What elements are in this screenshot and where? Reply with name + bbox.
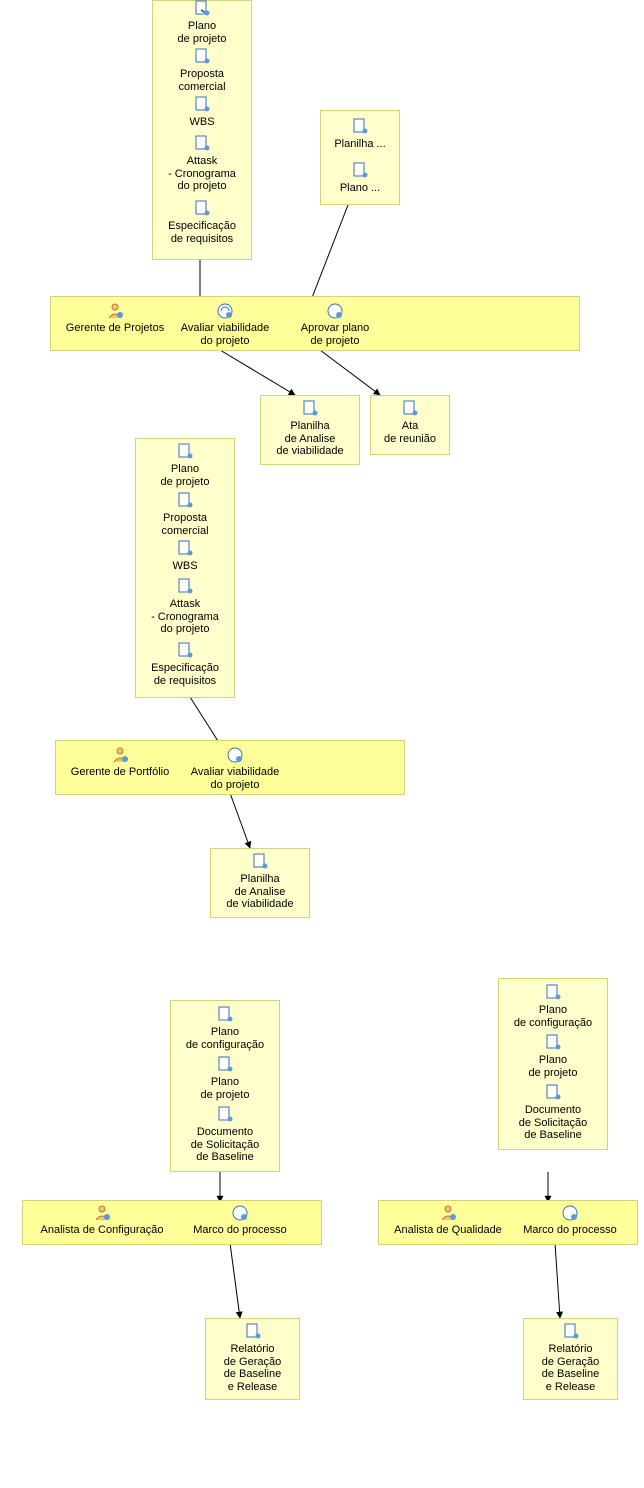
doc-icon [351,162,369,180]
task-icon [561,1204,579,1222]
artifact: Especificaçãode requisitos [152,200,252,245]
doc-icon [193,135,211,153]
artifact: Planilhade Analisede viabilidade [210,853,310,911]
task[interactable]: Marco do processo [510,1204,630,1237]
artifact-label: Attask- Cronogramado projeto [151,598,219,635]
artifact: Attask- Cronogramado projeto [152,135,252,193]
doc-icon [544,1034,562,1052]
task-label: Marco do processo [193,1224,287,1236]
doc-icon [176,540,194,558]
artifact-label: Planode projeto [529,1054,578,1079]
doc-icon [216,1056,234,1074]
doc-icon [544,984,562,1002]
doc-icon [176,642,194,660]
doc-icon [176,443,194,461]
artifact: Atade reunião [370,400,450,445]
artifact-label: Plano ... [340,182,380,194]
artifact-label: Propostacomercial [178,68,225,93]
doc-icon [176,578,194,596]
doc-icon [244,1323,262,1341]
artifact: Especificaçãode requisitos [135,642,235,687]
task[interactable]: Avaliar viabilidadedo projeto [185,746,285,791]
artifact: Planode configuração [498,984,608,1029]
doc-icon [216,1006,234,1024]
artifact: Attask- Cronogramado projeto [135,578,235,636]
task-icon [226,746,244,764]
artifact: Propostacomercial [135,492,235,537]
artifact: Propostacomercial [152,48,252,93]
artifact-label: WBS [172,560,197,572]
artifact-label: Especificaçãode requisitos [168,220,236,245]
doc-icon [193,200,211,218]
role-label: Gerente de Projetos [66,322,164,334]
artifact: Relatóriode Geraçãode Baselinee Release [205,1323,300,1394]
task-icon [216,302,234,320]
task-label: Aprovar planode projeto [301,322,370,347]
doc-icon [176,492,194,510]
artifact-label: WBS [189,116,214,128]
role: Analista de Qualidade [383,1204,513,1237]
artifact-label: Planilhade Analisede viabilidade [276,420,343,457]
role: Gerente de Portfólio [60,746,180,779]
task[interactable]: Marco do processo [180,1204,300,1237]
artifact: Documentode Solicitaçãode Baseline [498,1084,608,1142]
doc-icon [544,1084,562,1102]
person-icon [106,302,124,320]
artifact: Documentode Solicitaçãode Baseline [170,1106,280,1164]
artifact: Planilha ... [320,118,400,151]
artifact: Planode projeto [135,443,235,488]
artifact-label: Documentode Solicitaçãode Baseline [191,1126,260,1163]
role-label: Analista de Qualidade [394,1224,502,1236]
artifact-label: Planode projeto [161,463,210,488]
artifact-label: Documentode Solicitaçãode Baseline [519,1104,588,1141]
artifact-label: Propostacomercial [161,512,208,537]
task-label: Avaliar viabilidadedo projeto [181,322,269,347]
role-label: Analista de Configuração [41,1224,164,1236]
artifact-label: Planode projeto [178,20,227,45]
task-label: Marco do processo [523,1224,617,1236]
artifact: WBS [135,540,235,573]
artifact: Planode projeto [498,1034,608,1079]
artifact: Planode projeto [170,1056,280,1101]
doc-icon [193,96,211,114]
artifact: WBS [152,96,252,129]
role: Analista de Configuração [27,1204,177,1237]
role: Gerente de Projetos [55,302,175,335]
role-label: Gerente de Portfólio [71,766,169,778]
task-label: Avaliar viabilidadedo projeto [191,766,279,791]
task[interactable]: Aprovar planode projeto [285,302,385,347]
artifact-label: Planode projeto [201,1076,250,1101]
artifact-label: Relatóriode Geraçãode Baselinee Release [542,1343,600,1393]
doc-icon [301,400,319,418]
artifact: Plano ... [320,162,400,195]
task-icon [326,302,344,320]
doc-icon [193,0,211,18]
artifact-label: Planilhade Analisede viabilidade [226,873,293,910]
artifact-label: Atade reunião [384,420,436,445]
task-icon [231,1204,249,1222]
doc-icon [562,1323,580,1341]
artifact: Planode projeto [152,0,252,45]
person-icon [93,1204,111,1222]
doc-icon [251,853,269,871]
doc-icon [351,118,369,136]
artifact: Relatóriode Geraçãode Baselinee Release [523,1323,618,1394]
person-icon [111,746,129,764]
artifact: Planilhade Analisede viabilidade [260,400,360,458]
task[interactable]: Avaliar viabilidadedo projeto [175,302,275,347]
artifact-label: Attask- Cronogramado projeto [168,155,236,192]
person-icon [439,1204,457,1222]
artifact-label: Relatóriode Geraçãode Baselinee Release [224,1343,282,1393]
artifact-label: Planode configuração [186,1026,264,1051]
artifact-label: Planilha ... [334,138,385,150]
artifact: Planode configuração [170,1006,280,1051]
doc-icon [401,400,419,418]
doc-icon [193,48,211,66]
doc-icon [216,1106,234,1124]
artifact-label: Especificaçãode requisitos [151,662,219,687]
artifact-label: Planode configuração [514,1004,592,1029]
